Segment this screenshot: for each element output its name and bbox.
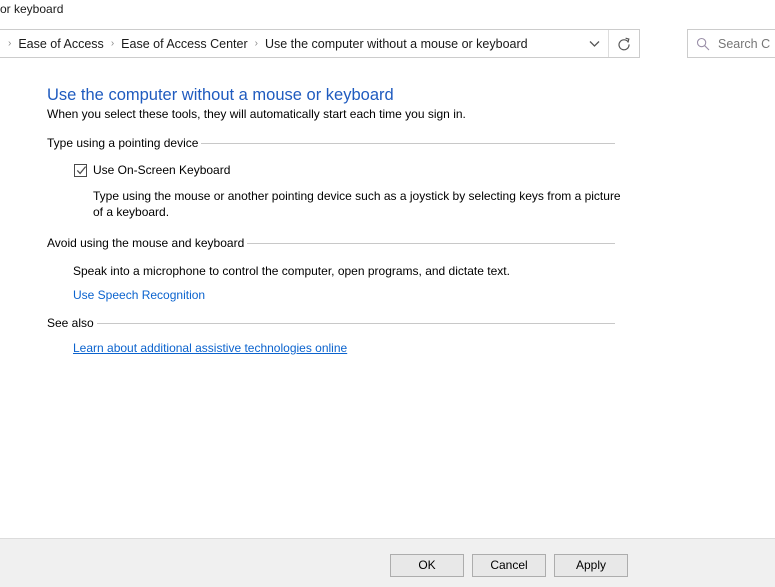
window-title-clipped: or keyboard	[0, 2, 63, 16]
page-subtitle: When you select these tools, they will a…	[47, 107, 466, 121]
section-rule	[97, 323, 615, 324]
page-title: Use the computer without a mouse or keyb…	[47, 86, 394, 105]
breadcrumb-separator-icon: ›	[3, 39, 16, 49]
section-paragraph-speech: Speak into a microphone to control the c…	[73, 263, 615, 279]
section-header: See also	[47, 316, 615, 330]
breadcrumb: › Ease of Access › Ease of Access Center…	[0, 30, 580, 57]
search-icon	[688, 37, 718, 51]
checkbox-use-on-screen-keyboard[interactable]	[74, 164, 87, 177]
breadcrumb-item-ease-of-access[interactable]: Ease of Access	[16, 35, 105, 53]
checkbox-label-use-on-screen-keyboard[interactable]: Use On-Screen Keyboard	[93, 163, 230, 177]
breadcrumb-item-current-page[interactable]: Use the computer without a mouse or keyb…	[263, 35, 530, 53]
section-description-on-screen-keyboard: Type using the mouse or another pointing…	[93, 188, 633, 220]
section-header: Avoid using the mouse and keyboard	[47, 236, 615, 250]
section-avoid-using-mouse-and-keyboard: Avoid using the mouse and keyboard Speak…	[47, 236, 615, 302]
section-header: Type using a pointing device	[47, 136, 615, 150]
section-heading-label: Avoid using the mouse and keyboard	[47, 236, 247, 250]
breadcrumb-separator-icon: ›	[106, 39, 119, 49]
breadcrumb-separator-icon: ›	[250, 39, 263, 49]
cancel-button[interactable]: Cancel	[472, 554, 546, 577]
breadcrumb-item-ease-of-access-center[interactable]: Ease of Access Center	[119, 35, 249, 53]
apply-button[interactable]: Apply	[554, 554, 628, 577]
main-content: Use the computer without a mouse or keyb…	[0, 62, 775, 538]
section-heading-label: Type using a pointing device	[47, 136, 201, 150]
search-box[interactable]: Search C	[687, 29, 775, 58]
section-rule	[201, 143, 615, 144]
link-use-speech-recognition[interactable]: Use Speech Recognition	[73, 288, 205, 302]
link-row-assistive-technologies: Learn about additional assistive technol…	[73, 341, 615, 355]
link-learn-about-assistive-technologies[interactable]: Learn about additional assistive technol…	[73, 341, 347, 355]
checkbox-row-on-screen-keyboard[interactable]: Use On-Screen Keyboard	[74, 163, 615, 177]
section-type-using-pointing-device: Type using a pointing device Use On-Scre…	[47, 136, 615, 220]
link-row-speech-recognition: Use Speech Recognition	[73, 288, 615, 302]
refresh-icon[interactable]	[608, 30, 639, 57]
section-rule	[247, 243, 615, 244]
section-heading-label: See also	[47, 316, 97, 330]
address-bar[interactable]: › Ease of Access › Ease of Access Center…	[0, 29, 640, 58]
navigation-bar: › Ease of Access › Ease of Access Center…	[0, 29, 775, 60]
search-input-placeholder[interactable]: Search C	[718, 37, 770, 51]
section-see-also: See also Learn about additional assistiv…	[47, 316, 615, 355]
chevron-down-icon[interactable]	[580, 30, 608, 57]
dialog-button-bar: OK Cancel Apply	[0, 538, 775, 587]
window-title-strip: or keyboard	[0, 0, 775, 22]
checkmark-icon	[76, 165, 87, 176]
ok-button[interactable]: OK	[390, 554, 464, 577]
